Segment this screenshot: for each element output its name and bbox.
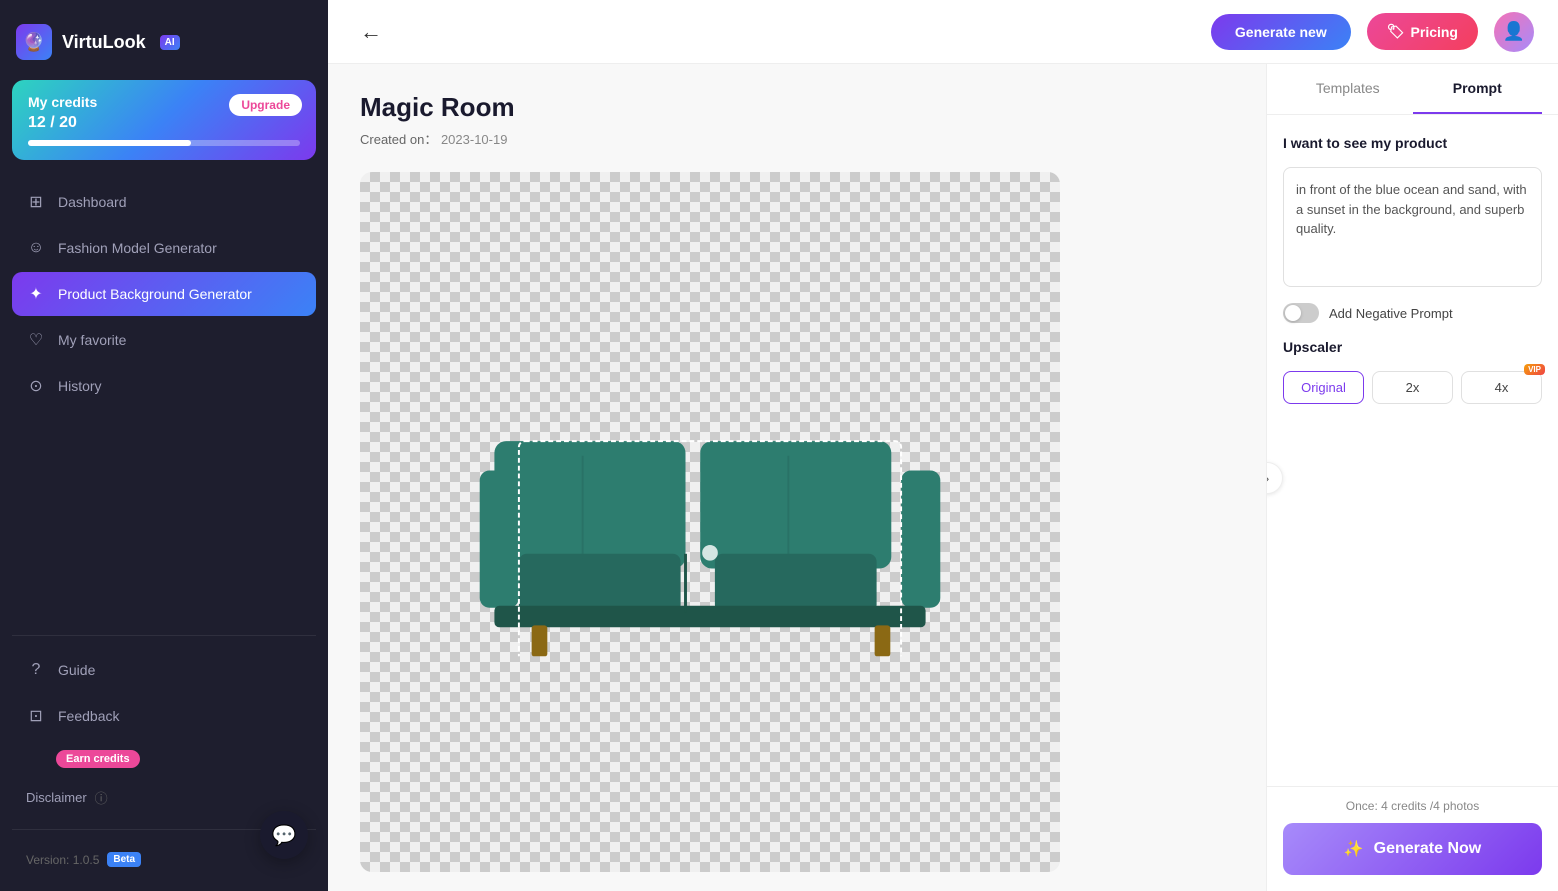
upscaler-4x-label: 4x — [1495, 380, 1509, 395]
version-badge: Beta — [107, 852, 141, 867]
sofa-svg — [465, 382, 955, 661]
disclaimer-row[interactable]: Disclaimer ⓘ — [12, 780, 316, 815]
sidebar-item-label: Fashion Model Generator — [58, 240, 217, 256]
sidebar-item-dashboard[interactable]: ⊞ Dashboard — [12, 180, 316, 224]
vip-badge: VIP — [1524, 364, 1545, 375]
upscaler-label: Upscaler — [1283, 339, 1542, 355]
credits-bar-fill — [28, 140, 191, 146]
generate-new-button[interactable]: Generate new — [1211, 14, 1351, 50]
dashboard-icon: ⊞ — [26, 192, 46, 212]
sidebar-item-guide[interactable]: ? Guide — [12, 648, 316, 692]
chat-bubble[interactable]: 💬 — [260, 811, 308, 859]
panel-body: I want to see my product Add Negative Pr… — [1267, 115, 1558, 786]
toggle-row: Add Negative Prompt — [1283, 303, 1542, 323]
generate-now-label: Generate Now — [1374, 840, 1482, 858]
date-label: Created on： — [360, 132, 437, 147]
sidebar-item-fashion-model[interactable]: ☺ Fashion Model Generator — [12, 226, 316, 270]
prompt-section-label: I want to see my product — [1283, 135, 1542, 151]
sidebar-item-product-bg[interactable]: ✦ Product Background Generator — [12, 272, 316, 316]
sidebar-divider — [12, 635, 316, 636]
back-button[interactable]: ← — [352, 11, 390, 53]
sidebar-item-label: My favorite — [58, 332, 126, 348]
main-content: ← Generate new 🏷 Pricing 👤 Magic Room Cr… — [328, 0, 1558, 891]
generate-now-button[interactable]: ✨ Generate Now — [1283, 823, 1542, 875]
credits-card: My credits 12 / 20 Upgrade — [12, 80, 316, 160]
upgrade-button[interactable]: Upgrade — [229, 94, 302, 116]
page-date: Created on： 2023-10-19 — [360, 129, 1234, 148]
favorite-icon: ♡ — [26, 330, 46, 350]
panel-footer: Once: 4 credits /4 photos ✨ Generate Now — [1267, 786, 1558, 891]
fashion-icon: ☺ — [26, 238, 46, 258]
guide-icon: ? — [26, 660, 46, 680]
toggle-knob — [1285, 305, 1301, 321]
prompt-textarea[interactable] — [1283, 167, 1542, 287]
app-badge: AI — [160, 35, 180, 50]
right-panel: Templates Prompt I want to see my produc… — [1266, 64, 1558, 891]
sidebar-item-feedback[interactable]: ⊡ Feedback — [12, 694, 316, 738]
content-area: Magic Room Created on： 2023-10-19 — [328, 64, 1558, 891]
sidebar-item-label: Product Background Generator — [58, 286, 252, 302]
earn-credits-row[interactable]: Earn credits — [12, 740, 316, 778]
user-avatar[interactable]: 👤 — [1494, 12, 1534, 52]
history-icon: ⊙ — [26, 376, 46, 396]
sidebar-item-label: Feedback — [58, 708, 119, 724]
chevron-icon: › — [1266, 470, 1269, 486]
sidebar: 🔮 VirtuLook AI My credits 12 / 20 Upgrad… — [0, 0, 328, 891]
disclaimer-label: Disclaimer — [26, 790, 87, 805]
panel-tabs: Templates Prompt — [1267, 64, 1558, 115]
sidebar-item-label: Dashboard — [58, 194, 127, 210]
credits-value: 12 / 20 — [28, 114, 300, 132]
page-title: Magic Room — [360, 92, 1234, 123]
version-label: Version: 1.0.5 — [26, 853, 99, 867]
product-image-container — [360, 172, 1060, 872]
sidebar-item-history[interactable]: ⊙ History — [12, 364, 316, 408]
disclaimer-icon: ⓘ — [95, 788, 108, 807]
upscaler-options: Original 2x 4x VIP — [1283, 371, 1542, 404]
logo-area: 🔮 VirtuLook AI — [12, 16, 316, 80]
pricing-label: Pricing — [1411, 24, 1458, 40]
negative-prompt-toggle[interactable] — [1283, 303, 1319, 323]
upscaler-4x-button[interactable]: 4x VIP — [1461, 371, 1542, 404]
product-bg-icon: ✦ — [26, 284, 46, 304]
pricing-button[interactable]: 🏷 Pricing — [1367, 13, 1478, 50]
earn-credits-badge: Earn credits — [56, 750, 140, 768]
tab-templates[interactable]: Templates — [1283, 64, 1413, 114]
topbar-right: Generate new 🏷 Pricing 👤 — [1211, 12, 1534, 52]
tab-prompt[interactable]: Prompt — [1413, 64, 1543, 114]
upscaler-2x-button[interactable]: 2x — [1372, 371, 1453, 404]
pricing-icon: 🏷 — [1387, 23, 1405, 40]
sidebar-item-label: History — [58, 378, 102, 394]
date-value: 2023-10-19 — [441, 132, 508, 147]
credits-bar-bg — [28, 140, 300, 146]
generate-now-icon: ✨ — [1344, 839, 1364, 859]
topbar: ← Generate new 🏷 Pricing 👤 — [328, 0, 1558, 64]
sidebar-item-label: Guide — [58, 662, 95, 678]
credits-info: Once: 4 credits /4 photos — [1283, 799, 1542, 813]
app-name: VirtuLook — [62, 32, 146, 53]
sidebar-item-my-favorite[interactable]: ♡ My favorite — [12, 318, 316, 362]
negative-prompt-label: Add Negative Prompt — [1329, 306, 1453, 321]
logo-icon: 🔮 — [16, 24, 52, 60]
canvas-area: Magic Room Created on： 2023-10-19 — [328, 64, 1266, 891]
upscaler-original-button[interactable]: Original — [1283, 371, 1364, 404]
nav-section: ⊞ Dashboard ☺ Fashion Model Generator ✦ … — [12, 180, 316, 623]
feedback-icon: ⊡ — [26, 706, 46, 726]
